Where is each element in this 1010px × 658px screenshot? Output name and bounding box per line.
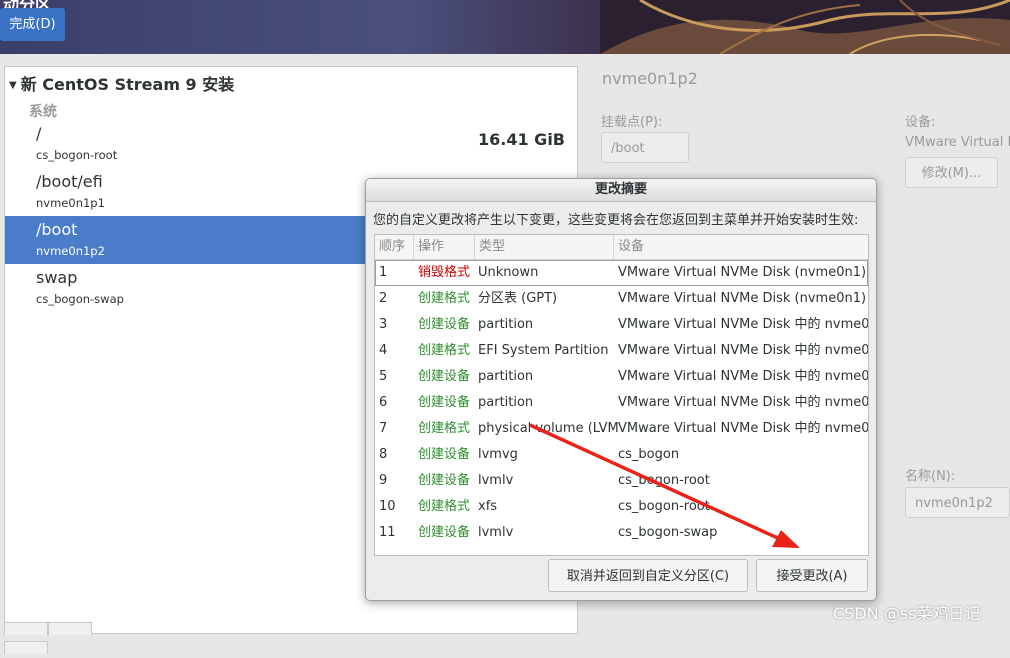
row-device-cell: VMware Virtual NVMe Disk 中的 nvme0n1p [618, 421, 868, 436]
row-device-cell: VMware Virtual NVMe Disk 中的 nvme0n1p [618, 317, 868, 332]
row-type-cell: partition [478, 317, 534, 332]
mount-device-label: cs_bogon-root [36, 148, 118, 162]
name-label: 名称(N): [905, 469, 956, 484]
row-type-cell: physical volume (LVM) [478, 421, 618, 436]
row-type-cell: EFI System Partition [478, 343, 609, 358]
row-device-cell: VMware Virtual NVMe Disk 中的 nvme0n1p [618, 343, 868, 358]
row-type-cell: partition [478, 395, 534, 410]
row-action-cell: 创建格式 [418, 343, 471, 358]
expand-triangle-icon[interactable]: ▼ [9, 80, 17, 91]
dialog-title: 更改摘要 [366, 179, 876, 202]
row-action-cell: 创建格式 [418, 499, 471, 514]
table-row[interactable]: 5 创建设备 partition VMware Virtual NVMe Disk 中… [375, 364, 868, 390]
row-type-cell: Unknown [478, 265, 539, 280]
row-action-cell: 创建格式 [418, 291, 471, 306]
configure-button[interactable] [4, 641, 48, 654]
row-action-cell: 创建格式 [418, 421, 471, 436]
top-banner: 动分区 完成(D) [0, 0, 1010, 54]
table-row[interactable]: 4 创建格式 EFI System Partition VMware Virtual … [375, 338, 868, 364]
table-row[interactable]: 8 创建设备 lvmvg cs_bogon [375, 442, 868, 468]
row-device-cell: VMware Virtual NVMe Disk 中的 nvme0n1p [618, 369, 868, 384]
mount-point-label: swap [36, 268, 78, 287]
device-label: 设备: [905, 115, 936, 130]
row-order-cell: 6 [379, 395, 388, 410]
tree-toolbar [4, 620, 134, 654]
table-row[interactable]: 7 创建格式 physical volume (LVM) VMware Virtual… [375, 416, 868, 442]
change-summary-dialog: 更改摘要 您的自定义更改将产生以下变更，这些变更将会在您返回到主菜单并开始安装时… [365, 178, 877, 601]
remove-partition-button[interactable] [48, 622, 92, 635]
table-row[interactable]: 9 创建设备 lvmlv cs_bogon-root [375, 468, 868, 494]
mount-device-label: nvme0n1p2 [36, 244, 105, 258]
watermark-text: CSDN @ss菜鸡日记 [833, 604, 981, 623]
row-action-cell: 销毁格式 [418, 265, 471, 280]
partition-name-heading: nvme0n1p2 [602, 69, 698, 88]
table-row[interactable]: 1 销毁格式 Unknown VMware Virtual NVMe Disk (nv… [375, 260, 868, 286]
row-order-cell: 10 [379, 499, 396, 514]
device-value: VMware Virtual N [905, 135, 1010, 150]
row-action-cell: 创建设备 [418, 473, 471, 488]
row-type-cell: 分区表 (GPT) [478, 291, 558, 306]
dialog-description: 您的自定义更改将产生以下变更，这些变更将会在您返回到主菜单并开始安装时生效: [373, 213, 859, 228]
mount-point-label: /boot [36, 220, 78, 239]
table-row[interactable]: 2 创建格式 分区表 (GPT) VMware Virtual NVMe Disk (… [375, 286, 868, 312]
banner-artwork [600, 0, 1010, 54]
row-action-cell: 创建设备 [418, 317, 471, 332]
row-order-cell: 7 [379, 421, 388, 436]
row-order-cell: 9 [379, 473, 388, 488]
name-field[interactable]: nvme0n1p2 [905, 487, 1010, 518]
column-header-type[interactable]: 类型 [475, 235, 614, 259]
row-action-cell: 创建设备 [418, 447, 471, 462]
row-device-cell: cs_bogon [618, 447, 680, 462]
row-device-cell: cs_bogon-root [618, 499, 710, 514]
mount-point-label: 挂载点(P): [601, 115, 663, 130]
row-action-cell: 创建设备 [418, 369, 471, 384]
changes-table: 顺序 操作 类型 设备 1 销毁格式 Unknown VMware Virtual N… [374, 234, 869, 556]
mount-size-label: 16.41 GiB [478, 130, 565, 149]
mount-point-label: /boot/efi [36, 172, 103, 191]
row-device-cell: VMware Virtual NVMe Disk (nvme0n1) [618, 265, 867, 280]
modify-device-button[interactable]: 修改(M)... [905, 157, 998, 188]
row-order-cell: 2 [379, 291, 388, 306]
row-order-cell: 3 [379, 317, 388, 332]
column-header-device[interactable]: 设备 [614, 235, 868, 259]
row-device-cell: cs_bogon-root [618, 473, 710, 488]
table-row[interactable]: 6 创建设备 partition VMware Virtual NVMe Disk 中… [375, 390, 868, 416]
table-header: 顺序 操作 类型 设备 [375, 235, 868, 260]
table-row[interactable]: 3 创建设备 partition VMware Virtual NVMe Disk 中… [375, 312, 868, 338]
row-order-cell: 11 [379, 525, 396, 540]
row-device-cell: cs_bogon-swap [618, 525, 718, 540]
mount-item-root[interactable]: / cs_bogon-root 16.41 GiB [5, 120, 577, 168]
row-type-cell: lvmvg [478, 447, 518, 462]
table-row[interactable]: 10 创建格式 xfs cs_bogon-root [375, 494, 868, 520]
mount-point-field[interactable]: /boot [601, 132, 689, 163]
system-group-label: 系统 [29, 104, 57, 120]
row-action-cell: 创建设备 [418, 395, 471, 410]
installation-title: 新 CentOS Stream 9 安装 [20, 75, 235, 94]
add-partition-button[interactable] [4, 622, 48, 635]
table-row[interactable]: 11 创建设备 lvmlv cs_bogon-swap [375, 520, 868, 546]
row-order-cell: 5 [379, 369, 388, 384]
row-device-cell: VMware Virtual NVMe Disk 中的 nvme0n1p [618, 395, 868, 410]
mount-device-label: cs_bogon-swap [36, 292, 124, 306]
column-header-order[interactable]: 顺序 [375, 235, 414, 259]
row-type-cell: lvmlv [478, 473, 514, 488]
done-button[interactable]: 完成(D) [0, 8, 65, 41]
row-type-cell: lvmlv [478, 525, 514, 540]
mount-point-label: / [36, 124, 42, 143]
row-type-cell: partition [478, 369, 534, 384]
accept-changes-button[interactable]: 接受更改(A) [756, 559, 868, 592]
row-order-cell: 4 [379, 343, 388, 358]
mount-device-label: nvme0n1p1 [36, 196, 105, 210]
cancel-button[interactable]: 取消并返回到自定义分区(C) [548, 559, 748, 592]
column-header-action[interactable]: 操作 [414, 235, 475, 259]
row-action-cell: 创建设备 [418, 525, 471, 540]
row-order-cell: 8 [379, 447, 388, 462]
row-order-cell: 1 [379, 265, 388, 280]
row-type-cell: xfs [478, 499, 498, 514]
row-device-cell: VMware Virtual NVMe Disk (nvme0n1) [618, 291, 867, 306]
tree-header[interactable]: ▼ 新 CentOS Stream 9 安装 [9, 71, 234, 95]
